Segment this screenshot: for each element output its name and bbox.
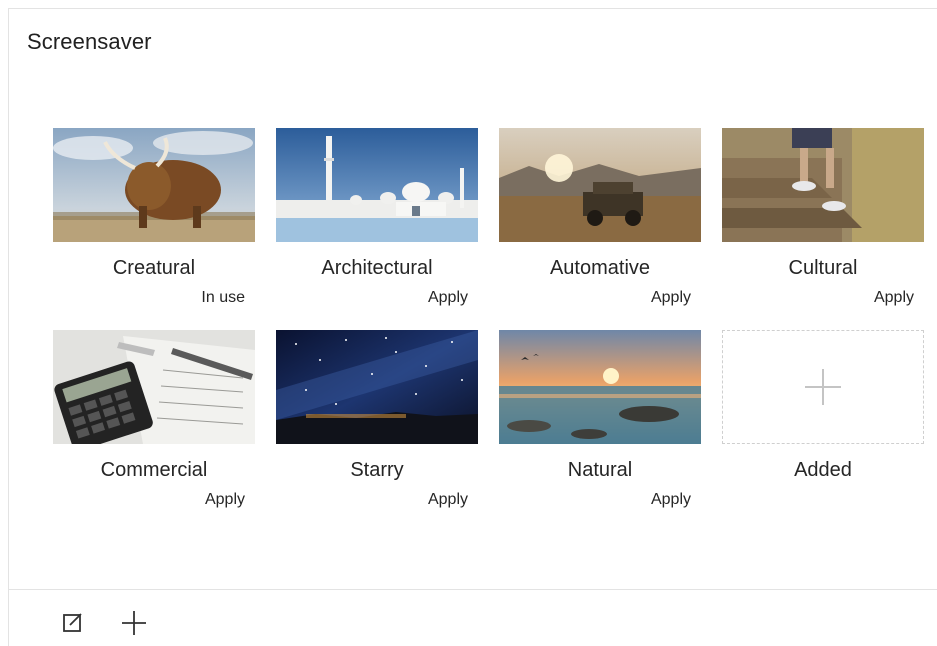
cultural-thumbnail[interactable] <box>722 128 924 242</box>
architectural-label: Architectural <box>321 257 433 279</box>
edit-button[interactable] <box>61 610 87 636</box>
apply-button[interactable]: Apply <box>205 491 245 509</box>
plus-icon <box>805 369 841 405</box>
apply-button[interactable]: Apply <box>874 289 914 307</box>
architectural-thumbnail[interactable] <box>276 128 478 242</box>
starry-thumbnail[interactable] <box>276 330 478 444</box>
cultural-label: Cultural <box>788 257 858 279</box>
natural-thumbnail[interactable] <box>499 330 701 444</box>
screensaver-panel: Screensaver <box>8 8 937 646</box>
apply-button[interactable]: Apply <box>428 289 468 307</box>
apply-button[interactable]: Apply <box>428 491 468 509</box>
apply-button[interactable]: Apply <box>651 289 691 307</box>
apply-button[interactable]: Apply <box>651 491 691 509</box>
natural-label: Natural <box>567 459 633 481</box>
plus-icon <box>122 611 146 635</box>
add-button[interactable] <box>121 610 147 636</box>
in-use-status: In use <box>201 289 245 306</box>
added-label: Added <box>794 459 852 481</box>
automative-thumbnail[interactable] <box>499 128 701 242</box>
commercial-label: Commercial <box>100 459 208 481</box>
automative-label: Automative <box>549 257 651 279</box>
commercial-thumbnail[interactable] <box>53 330 255 444</box>
creatural-thumbnail[interactable] <box>53 128 255 242</box>
edit-icon <box>63 613 82 632</box>
creatural-label: Creatural <box>112 257 196 279</box>
page-title: Screensaver <box>27 29 152 54</box>
add-screensaver-button[interactable] <box>722 330 924 444</box>
starry-label: Starry <box>350 459 404 481</box>
bottom-toolbar <box>8 589 937 646</box>
